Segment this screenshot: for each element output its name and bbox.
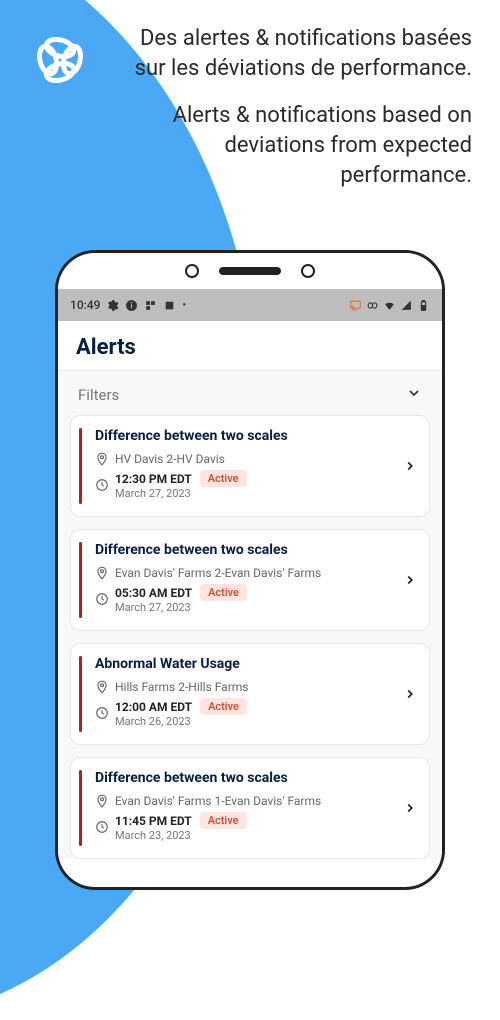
location-icon bbox=[95, 566, 109, 580]
phone-top-bar bbox=[58, 253, 442, 289]
alert-card[interactable]: Abnormal Water Usage Hills Farms 2-Hills… bbox=[70, 643, 430, 745]
clock-icon bbox=[95, 478, 109, 492]
promo-fr: Des alertes & notifications basées sur l… bbox=[122, 24, 472, 83]
clock-icon bbox=[95, 592, 109, 606]
wifi-icon bbox=[383, 299, 396, 312]
alert-location: Hills Farms 2-Hills Farms bbox=[115, 680, 249, 694]
location-icon bbox=[95, 452, 109, 466]
page-title: Alerts bbox=[76, 335, 424, 360]
alert-title: Difference between two scales bbox=[95, 428, 395, 444]
status-bar: 10:49 • bbox=[58, 289, 442, 321]
info-icon bbox=[125, 299, 138, 312]
status-right bbox=[349, 299, 430, 312]
gear-icon bbox=[106, 299, 119, 312]
dot-icon: • bbox=[182, 300, 186, 311]
phone-button-right bbox=[443, 453, 445, 523]
location-icon bbox=[95, 680, 109, 694]
alert-time: 12:00 AM EDT bbox=[115, 700, 192, 714]
phone-frame: 10:49 • Alerts Filters Difference betwee… bbox=[55, 250, 445, 890]
clock-icon bbox=[95, 820, 109, 834]
signal-icon bbox=[400, 299, 413, 312]
network-icon bbox=[144, 299, 157, 312]
alerts-list: Difference between two scales HV Davis 2… bbox=[58, 415, 442, 859]
chevron-right-icon bbox=[395, 542, 417, 618]
alert-title: Abnormal Water Usage bbox=[95, 656, 395, 672]
promo-text: Des alertes & notifications basées sur l… bbox=[122, 24, 472, 208]
status-time: 10:49 bbox=[70, 298, 100, 312]
alert-card[interactable]: Difference between two scales Evan Davis… bbox=[70, 529, 430, 631]
filters-label: Filters bbox=[78, 386, 119, 404]
alert-card[interactable]: Difference between two scales HV Davis 2… bbox=[70, 415, 430, 517]
promo-en: Alerts & notifications based on deviatio… bbox=[122, 101, 472, 190]
phone-button-left bbox=[55, 373, 57, 413]
camera-icon bbox=[185, 264, 199, 278]
alert-time: 05:30 AM EDT bbox=[115, 586, 192, 600]
alert-time: 11:45 PM EDT bbox=[115, 814, 192, 828]
alert-location: Evan Davis' Farms 2-Evan Davis' Farms bbox=[115, 566, 321, 580]
square-icon bbox=[163, 299, 176, 312]
link-icon bbox=[366, 299, 379, 312]
chevron-right-icon bbox=[395, 428, 417, 504]
alert-time: 12:30 PM EDT bbox=[115, 472, 192, 486]
status-badge: Active bbox=[200, 698, 247, 715]
status-badge: Active bbox=[200, 812, 247, 829]
chevron-down-icon bbox=[406, 385, 422, 405]
cast-icon bbox=[349, 299, 362, 312]
chevron-right-icon bbox=[395, 770, 417, 846]
camera-icon bbox=[301, 264, 315, 278]
alert-title: Difference between two scales bbox=[95, 542, 395, 558]
alert-title: Difference between two scales bbox=[95, 770, 395, 786]
alert-location: HV Davis 2-HV Davis bbox=[115, 452, 225, 466]
battery-icon bbox=[417, 299, 430, 312]
clock-icon bbox=[95, 706, 109, 720]
alert-date: March 26, 2023 bbox=[115, 715, 247, 728]
status-badge: Active bbox=[200, 584, 247, 601]
chevron-right-icon bbox=[395, 656, 417, 732]
alert-date: March 27, 2023 bbox=[115, 487, 247, 500]
speaker-icon bbox=[219, 267, 281, 275]
filters-row[interactable]: Filters bbox=[58, 371, 442, 415]
alert-location: Evan Davis' Farms 1-Evan Davis' Farms bbox=[115, 794, 321, 808]
alert-date: March 23, 2023 bbox=[115, 829, 247, 842]
app-logo bbox=[26, 26, 94, 98]
app-header: Alerts bbox=[58, 321, 442, 371]
status-left: 10:49 • bbox=[70, 298, 186, 312]
location-icon bbox=[95, 794, 109, 808]
alert-card[interactable]: Difference between two scales Evan Davis… bbox=[70, 757, 430, 859]
status-badge: Active bbox=[200, 470, 247, 487]
alert-date: March 27, 2023 bbox=[115, 601, 247, 614]
